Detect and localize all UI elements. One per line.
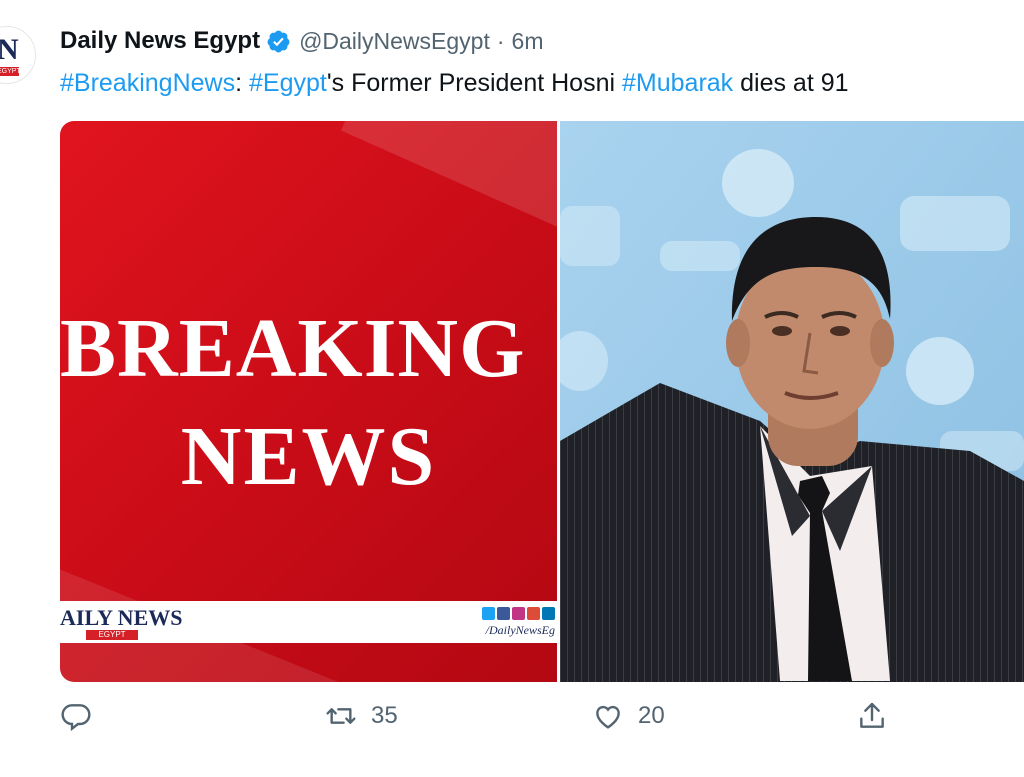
portrait-illustration	[560, 121, 1024, 682]
retweet-icon	[326, 708, 356, 724]
googleplus-icon	[527, 607, 540, 620]
hashtag-breakingnews[interactable]: #BreakingNews	[60, 69, 235, 97]
reply-button[interactable]	[60, 700, 106, 732]
tweet-media[interactable]: BREAKING NEWS AILY NEWS EGYPT /DailyNews…	[60, 121, 1024, 682]
twitter-icon	[482, 607, 495, 620]
brand-sub: EGYPT	[86, 630, 138, 640]
image-sheen	[340, 121, 557, 277]
tweet-actions: 35 20	[0, 700, 1024, 746]
like-button[interactable]: 20	[592, 700, 665, 732]
separator-dot: ·	[496, 27, 505, 54]
verified-badge-icon	[266, 29, 291, 54]
retweet-count: 35	[371, 702, 398, 729]
author-handle[interactable]: @DailyNewsEgypt	[299, 28, 490, 55]
brand-banner: AILY NEWS EGYPT /DailyNewsEg	[60, 601, 557, 643]
brand-name: AILY NEWS	[60, 605, 183, 630]
tweet-text: #BreakingNews: #Egypt's Former President…	[60, 66, 849, 100]
like-count: 20	[638, 702, 665, 729]
share-icon	[860, 702, 884, 728]
hashtag-egypt[interactable]: #Egypt	[249, 69, 327, 97]
share-button[interactable]	[856, 700, 902, 732]
mubarak-photo[interactable]	[560, 121, 1024, 682]
social-icons	[482, 607, 555, 620]
breaking-news-image[interactable]: BREAKING NEWS AILY NEWS EGYPT /DailyNews…	[60, 121, 557, 682]
instagram-icon	[512, 607, 525, 620]
tweet-text-segment: :	[235, 69, 249, 97]
heart-icon	[596, 705, 620, 729]
tweet-header: Daily News Egypt @DailyNewsEgypt · 6m	[60, 24, 543, 58]
news-text: NEWS	[180, 410, 437, 503]
avatar-logo-strip: EGYPT	[0, 67, 21, 76]
retweet-button[interactable]: 35	[325, 700, 398, 732]
tweet-timestamp[interactable]: 6m	[512, 28, 544, 55]
linkedin-icon	[542, 607, 555, 620]
tweet-text-segment: 's Former President Hosni	[326, 69, 622, 97]
reply-icon	[61, 704, 91, 732]
author-avatar[interactable]: N EGYPT	[0, 26, 36, 84]
brand-url: /DailyNewsEg	[485, 623, 555, 637]
avatar-logo-letter: N	[0, 35, 19, 65]
hashtag-mubarak[interactable]: #Mubarak	[622, 69, 733, 97]
tweet-text-segment: dies at 91	[733, 69, 849, 97]
breaking-text: BREAKING	[60, 302, 526, 395]
author-name[interactable]: Daily News Egypt	[60, 27, 260, 55]
facebook-icon	[497, 607, 510, 620]
